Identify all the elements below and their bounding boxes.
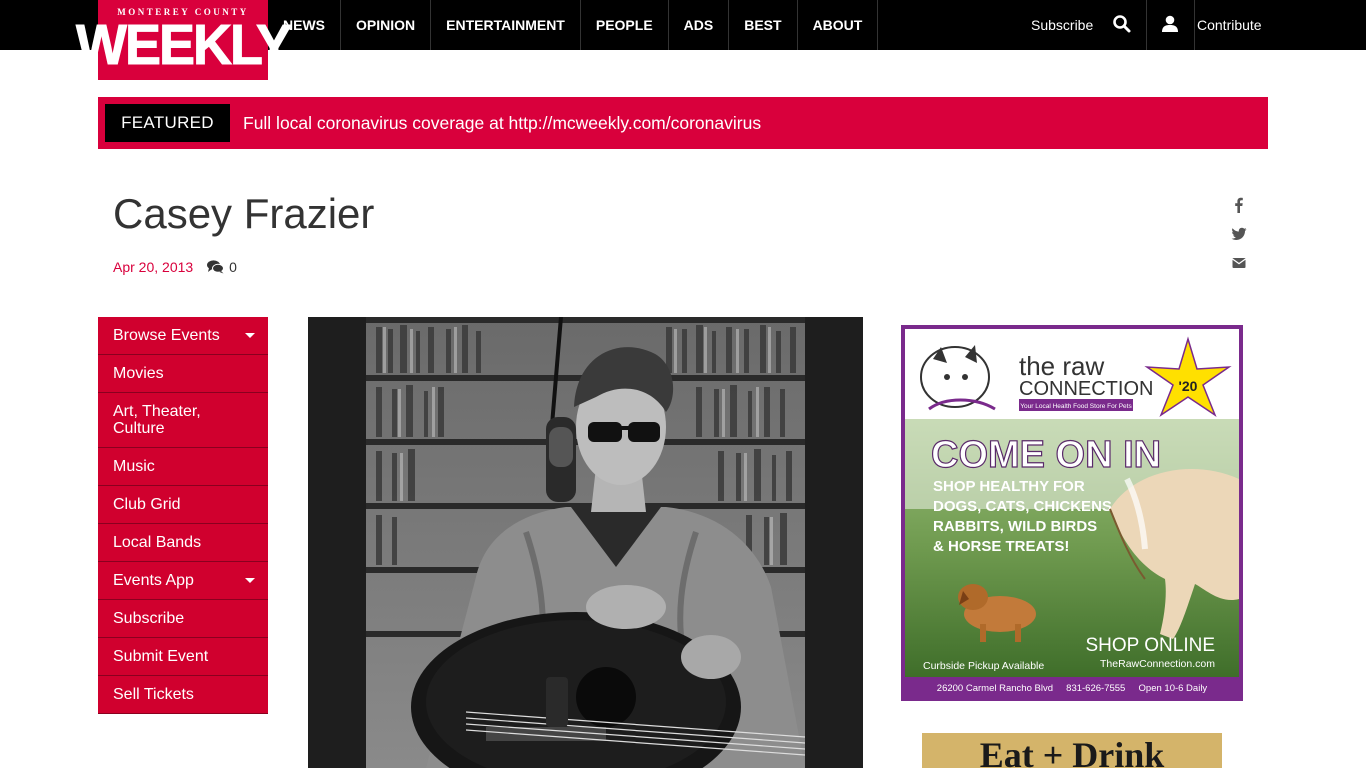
featured-label: FEATURED <box>105 104 230 142</box>
ad-eat-drink[interactable]: Eat + Drink <box>922 733 1222 768</box>
site-logo[interactable]: MONTEREY COUNTY WEEKLY <box>75 0 293 80</box>
side-item-label: Sell Tickets <box>113 686 194 703</box>
ad2-headline: Eat + Drink <box>979 735 1165 768</box>
side-item-label: Events App <box>113 572 194 589</box>
ad-year: '20 <box>1179 378 1198 394</box>
side-item-label: Movies <box>113 365 164 382</box>
side-item-label: Club Grid <box>113 496 181 513</box>
ad-raw-connection[interactable]: '20 the raw CONNECTION Your Local Health… <box>901 325 1243 701</box>
ad-body-line: RABBITS, WILD BIRDS <box>933 518 1097 535</box>
contribute-link[interactable]: Contribute <box>1197 0 1262 50</box>
side-item-label: Music <box>113 458 155 475</box>
ad-footer: 26200 Carmel Rancho Blvd 831-626-7555 Op… <box>937 683 1208 694</box>
nav-opinion[interactable]: OPINION <box>341 0 432 50</box>
subscribe-link[interactable]: Subscribe <box>1031 0 1093 50</box>
nav-about[interactable]: ABOUT <box>798 0 879 50</box>
article-meta: Apr 20, 2013 0 <box>113 259 237 275</box>
email-icon[interactable] <box>1230 254 1248 272</box>
twitter-icon[interactable] <box>1230 225 1248 243</box>
user-icon[interactable] <box>1160 14 1180 34</box>
facebook-icon[interactable] <box>1230 196 1248 214</box>
caret-down-icon[interactable] <box>245 333 255 338</box>
side-item-label: Subscribe <box>113 610 185 627</box>
main-nav: NEWS OPINION ENTERTAINMENT PEOPLE ADS BE… <box>268 0 879 50</box>
ad-tagline: Your Local Health Food Store For Pets <box>1020 403 1132 410</box>
comments-icon[interactable] <box>207 260 225 274</box>
side-item-label: Browse Events <box>113 327 220 344</box>
ad-curbside: Curbside Pickup Available <box>923 660 1044 672</box>
ad-headline: COME ON IN <box>931 434 1161 476</box>
search-icon[interactable] <box>1112 14 1132 34</box>
events-side-menu: Browse Events Movies Art, Theater, Cultu… <box>98 317 268 714</box>
side-item-events-app[interactable]: Events App <box>98 562 268 600</box>
page-title: Casey Frazier <box>113 190 375 237</box>
side-item-label: Submit Event <box>113 648 209 665</box>
nav-people[interactable]: PEOPLE <box>581 0 669 50</box>
ad-body-line: DOGS, CATS, CHICKENS <box>933 498 1112 515</box>
logo-title: WEEKLY <box>75 13 292 77</box>
share-buttons <box>1230 196 1248 283</box>
featured-link[interactable]: Full local coronavirus coverage at http:… <box>243 97 761 149</box>
musician-photo <box>366 317 805 768</box>
ad-image: '20 the raw CONNECTION Your Local Health… <box>905 329 1239 697</box>
ad-brand-line1: the raw <box>1019 351 1104 381</box>
featured-banner: FEATURED Full local coronavirus coverage… <box>98 97 1268 149</box>
ad-brand-line2: CONNECTION <box>1019 378 1153 400</box>
ad-shop-online: SHOP ONLINE <box>1085 635 1215 656</box>
article-date: Apr 20, 2013 <box>113 259 194 275</box>
side-item-music[interactable]: Music <box>98 448 268 486</box>
comment-count: 0 <box>229 259 237 275</box>
caret-down-icon[interactable] <box>245 578 255 583</box>
side-item-browse-events[interactable]: Browse Events <box>98 317 268 355</box>
side-item-label: Art, Theater, Culture <box>113 403 201 437</box>
nav-entertainment[interactable]: ENTERTAINMENT <box>431 0 581 50</box>
article-photo[interactable] <box>308 317 863 768</box>
ad-body-line: SHOP HEALTHY FOR <box>933 478 1085 495</box>
side-item-subscribe[interactable]: Subscribe <box>98 600 268 638</box>
side-item-sell-tickets[interactable]: Sell Tickets <box>98 676 268 714</box>
side-item-submit-event[interactable]: Submit Event <box>98 638 268 676</box>
side-item-art-theater-culture[interactable]: Art, Theater, Culture <box>98 393 268 448</box>
divider <box>1146 0 1147 50</box>
side-item-club-grid[interactable]: Club Grid <box>98 486 268 524</box>
side-item-movies[interactable]: Movies <box>98 355 268 393</box>
side-item-local-bands[interactable]: Local Bands <box>98 524 268 562</box>
divider <box>1194 0 1195 50</box>
ad-body-line: & HORSE TREATS! <box>933 538 1069 555</box>
side-item-label: Local Bands <box>113 534 202 551</box>
nav-best[interactable]: BEST <box>729 0 798 50</box>
ad-website: TheRawConnection.com <box>1100 658 1215 670</box>
nav-ads[interactable]: ADS <box>669 0 730 50</box>
